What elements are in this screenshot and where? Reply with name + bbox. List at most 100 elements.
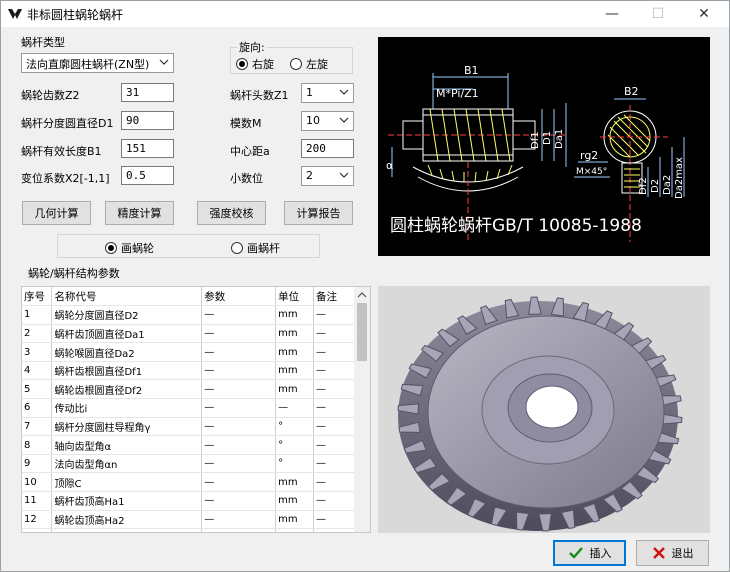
precision-calc-button[interactable]: 精度计算 [105, 201, 174, 225]
table-row[interactable]: 7 蜗杆分度圆柱导程角γ — ° — [22, 417, 356, 437]
draw-wheel-label: 画蜗轮 [121, 242, 154, 255]
cell-note: — [313, 435, 356, 455]
table-row[interactable]: 1 蜗轮分度圆直径D2— mm — [22, 305, 356, 325]
window-title: 非标圆柱蜗轮蜗杆 [27, 8, 124, 22]
strength-check-button[interactable]: 强度校核 [197, 201, 266, 225]
worm-type-select[interactable]: 法向直廓圆柱蜗杆(ZN型) [21, 53, 174, 73]
cell-seq: 7 [22, 417, 53, 437]
table-row[interactable]: 11 蜗杆齿顶高Ha1— mm — [22, 491, 356, 511]
worm-wheel-image [397, 296, 683, 532]
cell-name: 蜗轮齿根圆直径Df2 [51, 379, 203, 400]
label-d1: D1 [542, 131, 553, 145]
table-row[interactable]: 2 蜗杆齿顶圆直径Da1— mm — [22, 324, 356, 344]
cell-name: 蜗轮分度圆直径D2 [51, 305, 203, 325]
scroll-up-icon[interactable] [357, 290, 367, 300]
dec-value: 2 [306, 169, 313, 182]
table-row[interactable]: 5 蜗轮齿根圆直径Df2— mm — [22, 379, 356, 400]
b1-input[interactable]: 151 [121, 139, 174, 158]
z2-input[interactable]: 31 [121, 83, 174, 102]
worm-type-value: 法向直廓圆柱蜗杆(ZN型) [26, 58, 150, 71]
cell-name: 蜗轮喉圆直径Da2 [51, 342, 203, 362]
cell-unit: mm [275, 379, 315, 400]
d1-input[interactable]: 90 [121, 111, 174, 130]
cell-note: — [313, 398, 356, 418]
cell-seq: 11 [22, 491, 53, 511]
params-table[interactable]: 序号 名称代号 参数 单位 备注 1 蜗轮分度圆直径D2— mm —2 蜗杆齿顶圆直径D… [21, 286, 371, 533]
header-unit: 单位 [275, 287, 315, 307]
label-b2: B2 [624, 85, 639, 98]
table-row[interactable]: 6 传动比i — — — [22, 398, 356, 418]
table-row[interactable]: 4 蜗杆齿根圆直径Df1— mm — [22, 361, 356, 381]
table-header-row: 序号 名称代号 参数 单位 备注 [22, 287, 356, 307]
cell-note: — [313, 324, 356, 344]
maximize-button[interactable]: ☐ [635, 1, 681, 27]
cell-seq: 9 [22, 454, 53, 474]
chevron-down-icon [339, 172, 349, 178]
draw-worm-radio[interactable]: 画蜗杆 [231, 240, 280, 256]
cell-param: — [201, 324, 277, 344]
cell-name: 顶隙C [51, 472, 203, 493]
table-row[interactable]: 10 顶隙C — mm — [22, 472, 356, 493]
label-da2: Da2 [662, 175, 673, 195]
cell-note: — [313, 491, 356, 511]
header-param: 参数 [201, 287, 277, 307]
cell-param: — [201, 379, 277, 400]
cell-seq: 8 [22, 435, 53, 455]
label-alpha: α [386, 159, 393, 172]
table-row[interactable]: 9 法向齿型角αn — ° — [22, 454, 356, 474]
cell-seq: 6 [22, 398, 53, 418]
label-mpi: M*Pi/Z1 [436, 87, 479, 100]
engineering-drawing: B1 M*Pi/Z1 B2 rg2 M×45° α Df1 D1 Da1 Df2… [378, 37, 710, 256]
exit-button[interactable]: 退出 [636, 540, 709, 566]
x2-input[interactable]: 0.5 [121, 166, 174, 185]
direction-left-radio[interactable]: 左旋 [290, 56, 328, 72]
cell-seq: 10 [22, 472, 53, 493]
direction-label: 旋向: [237, 39, 267, 55]
m-select[interactable]: 10 [301, 111, 354, 131]
draw-mode-group [57, 234, 320, 258]
draw-worm-label: 画蜗杆 [247, 242, 280, 255]
cell-note: — [313, 379, 356, 400]
scrollbar-thumb[interactable] [357, 303, 367, 361]
direction-left-label: 左旋 [306, 58, 328, 71]
d1-label: 蜗杆分度圆直径D1 [21, 117, 114, 130]
calc-report-button[interactable]: 计算报告 [284, 201, 353, 225]
cell-seq: 4 [22, 361, 53, 381]
close-button[interactable]: ✕ [681, 1, 727, 27]
m-value: 10 [306, 114, 320, 127]
cell-param: — [201, 342, 277, 362]
cell-note: — [313, 454, 356, 474]
cell-seq: 3 [22, 342, 53, 362]
table-scrollbar[interactable] [354, 287, 370, 532]
direction-right-radio[interactable]: 右旋 [236, 56, 274, 72]
radio-unselected-icon [290, 58, 302, 70]
z1-select[interactable]: 1 [301, 83, 354, 103]
draw-wheel-radio[interactable]: 画蜗轮 [105, 240, 154, 256]
dec-select[interactable]: 2 [301, 166, 354, 186]
minimize-button[interactable]: — [589, 1, 635, 27]
z1-value: 1 [306, 86, 313, 99]
cell-seq: 5 [22, 379, 53, 400]
dec-label: 小数位 [230, 172, 263, 185]
cell-name: 蜗杆齿顶圆直径Da1 [51, 324, 203, 344]
cell-name: 法向齿型角αn [51, 454, 203, 474]
chevron-down-icon [339, 89, 349, 95]
close-x-icon [652, 547, 665, 559]
cell-unit: ° [275, 435, 315, 455]
cell-seq: 1 [22, 305, 53, 325]
a-input[interactable]: 200 [301, 139, 354, 158]
exit-label: 退出 [671, 547, 694, 560]
x2-label: 变位系数X2[-1,1] [21, 172, 110, 185]
table-row[interactable]: 13蜗杆齿根高Hf1—mm— [22, 528, 356, 532]
gear-3d-preview [378, 286, 710, 533]
table-row[interactable]: 8 轴向齿型角α — ° — [22, 435, 356, 455]
z1-label: 蜗杆头数Z1 [230, 89, 289, 102]
cell-param: — [201, 510, 277, 530]
b1-label: 蜗杆有效长度B1 [21, 145, 102, 158]
cell-seq: 12 [22, 510, 53, 530]
geometry-calc-button[interactable]: 几何计算 [22, 201, 91, 225]
insert-button[interactable]: 插入 [553, 540, 626, 566]
label-df2: Df2 [638, 177, 649, 195]
table-row[interactable]: 12 蜗轮齿顶高Ha2— mm — [22, 510, 356, 530]
table-row[interactable]: 3 蜗轮喉圆直径Da2— mm — [22, 342, 356, 362]
